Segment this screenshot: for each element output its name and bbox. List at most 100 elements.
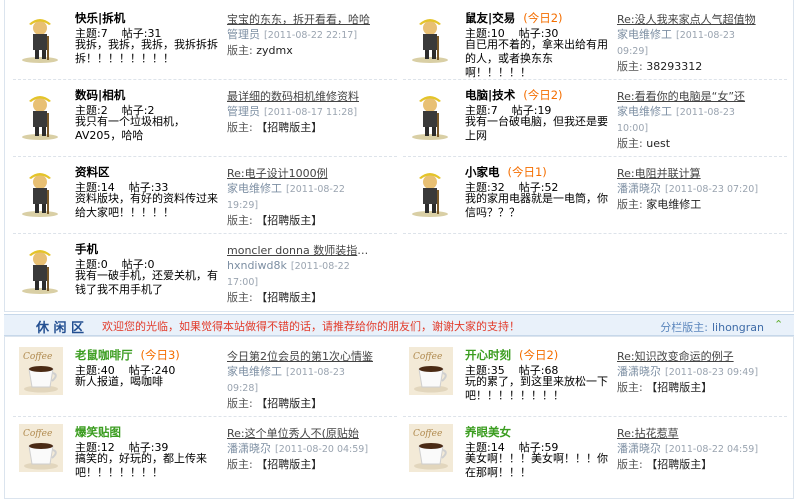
last-post-user[interactable]: 家电维修工 bbox=[227, 365, 282, 378]
category-moderator-name[interactable]: lihongran bbox=[712, 321, 764, 334]
moderator-name[interactable]: 【招聘版主】 bbox=[646, 381, 712, 394]
last-post: Re:电子设计1000例 家电维修工 [2011-08-22 19:29] 版主:… bbox=[227, 166, 377, 228]
moderator-label: 版主: bbox=[617, 60, 643, 73]
today-count: (今日2) bbox=[523, 11, 563, 25]
last-post-user[interactable]: 潘潇晓尕 bbox=[617, 365, 661, 378]
forum-mouse-icon bbox=[412, 96, 448, 140]
last-post-link[interactable]: 今日第2位会员的第1次心情鉴 bbox=[227, 349, 375, 364]
forum-title-link[interactable]: 数码|相机 bbox=[75, 88, 125, 102]
collapse-icon[interactable]: ⌃ bbox=[774, 319, 786, 331]
last-post-link[interactable]: moncler donna 数师装指驶打 bbox=[227, 243, 375, 258]
last-post-user[interactable]: 潘潇晓尕 bbox=[227, 442, 271, 455]
forum-description: 搞笑的，好玩的，都上传来吧！！！！！！！ bbox=[75, 452, 207, 479]
last-post: 宝宝的东东，拆开看看，哈哈 管理员 [2011-08-22 22:17] 版主: … bbox=[227, 12, 377, 58]
moderator-name[interactable]: 【招聘版主】 bbox=[646, 458, 712, 471]
forum-title-link[interactable]: 资料区 bbox=[75, 165, 110, 179]
forum-cell-shouji: 手机 主题:0 帖子:0 我有一破手机，还爱关机，有钱了我不用手机了 moncle… bbox=[13, 235, 397, 311]
coffee-cup-icon: Coffee bbox=[19, 347, 63, 395]
last-post-link[interactable]: 最详细的数码相机维修资料 bbox=[227, 89, 375, 104]
moderator-label: 版主: bbox=[227, 397, 253, 410]
moderator-label: 版主: bbox=[617, 381, 643, 394]
last-post-link[interactable]: Re:知识改变命运的例子 bbox=[617, 349, 765, 364]
moderator-name[interactable]: 【招聘版主】 bbox=[256, 214, 322, 227]
last-post-user[interactable]: 潘潇晓尕 bbox=[617, 182, 661, 195]
last-post: Re:电阻并联计算 潘潇晓尕 [2011-08-23 07:20] 版主: 家电维… bbox=[617, 166, 767, 212]
category-title[interactable]: 休 闲 区 bbox=[36, 317, 84, 336]
last-post-user[interactable]: 家电维修工 bbox=[617, 105, 672, 118]
moderator-name[interactable]: 家电维修工 bbox=[646, 198, 701, 211]
forum-title-link[interactable]: 养眼美女 bbox=[465, 425, 511, 439]
svg-text:Coffee: Coffee bbox=[23, 352, 52, 362]
last-post-date: [2011-08-22 04:59] bbox=[665, 444, 759, 455]
last-post-date-value: 2011-08-23 09:49 bbox=[668, 367, 755, 378]
today-count: (今日2) bbox=[519, 348, 559, 362]
moderator-label: 版主: bbox=[227, 44, 253, 57]
today-count: (今日1) bbox=[507, 165, 547, 179]
last-post: Re:知识改变命运的例子 潘潇晓尕 [2011-08-23 09:49] 版主: … bbox=[617, 349, 767, 395]
forum-description: 新人报道，喝咖啡 bbox=[75, 375, 163, 388]
moderator-name[interactable]: 【招聘版主】 bbox=[256, 397, 322, 410]
forum-mouse-icon bbox=[22, 250, 58, 294]
last-post-link[interactable]: Re:电阻并联计算 bbox=[617, 166, 765, 181]
last-post-user[interactable]: 潘潇晓尕 bbox=[617, 442, 661, 455]
last-post: 今日第2位会员的第1次心情鉴 家电维修工 [2011-08-23 09:28] 版… bbox=[227, 349, 377, 411]
svg-text:Coffee: Coffee bbox=[23, 429, 52, 439]
forum-title-link[interactable]: 开心时刻 bbox=[465, 348, 511, 362]
forum-title-link[interactable]: 鼠友|交易 bbox=[465, 11, 515, 25]
last-post-link[interactable]: Re:电子设计1000例 bbox=[227, 166, 375, 181]
last-post-user[interactable]: 管理员 bbox=[227, 28, 260, 41]
last-post-link[interactable]: Re:拈花惹草 bbox=[617, 426, 765, 441]
forum-mouse-icon bbox=[412, 19, 448, 63]
last-post-link[interactable]: Re:看看你的电脑是“女”还 bbox=[617, 89, 765, 104]
last-post-link[interactable]: Re:这个单位秀人不(原贴始 bbox=[227, 426, 375, 441]
forum-title-link[interactable]: 手机 bbox=[75, 242, 98, 256]
moderator-name[interactable]: 【招聘版主】 bbox=[256, 458, 322, 471]
moderator-name[interactable]: uest bbox=[646, 137, 670, 150]
forum-mouse-icon bbox=[22, 19, 58, 63]
moderator-name[interactable]: 【招聘版主】 bbox=[256, 121, 322, 134]
last-post: 最详细的数码相机维修资料 管理员 [2011-08-17 11:28] 版主: 【… bbox=[227, 89, 377, 135]
forum-title-link[interactable]: 爆笑贴图 bbox=[75, 425, 121, 439]
last-post-date-value: 2011-08-20 04:59 bbox=[278, 444, 365, 455]
last-post-date-value: 2011-08-23 07:20 bbox=[668, 184, 755, 195]
forum-cell-coffee: Coffee 老鼠咖啡厅 (今日3) 主题:40 帖子:240 新人报道，喝咖啡 今… bbox=[13, 341, 397, 417]
last-post-date: [2011-08-17 11:28] bbox=[264, 107, 358, 118]
forum-description: 自已用不着的，拿来出给有用的人，或者换东东啊！！！！！ bbox=[465, 38, 608, 79]
moderator-label: 版主: bbox=[227, 121, 253, 134]
forum-cell-shuma-xiangji: 数码|相机 主题:2 帖子:2 我只有一个垃圾相机，AV205，哈哈 最详细的数码… bbox=[13, 81, 397, 157]
last-post-link[interactable]: 宝宝的东东，拆开看看，哈哈 bbox=[227, 12, 375, 27]
forum-title-link[interactable]: 电脑|技术 bbox=[465, 88, 515, 102]
last-post-date-value: 2011-08-17 11:28 bbox=[267, 107, 354, 118]
forum-cell-baoxiao: Coffee 爆笑贴图 主题:12 帖子:39 搞笑的，好玩的，都上传来吧！！！！… bbox=[13, 418, 397, 494]
moderator-label: 版主: bbox=[227, 458, 253, 471]
last-post-date: [2011-08-23 07:20] bbox=[665, 184, 759, 195]
moderator-name[interactable]: 【招聘版主】 bbox=[256, 291, 322, 304]
last-post-date-value: 2011-08-22 04:59 bbox=[668, 444, 755, 455]
moderator-name[interactable]: 38293312 bbox=[646, 60, 702, 73]
forum-title-link[interactable]: 小家电 bbox=[465, 165, 500, 179]
last-post: moncler donna 数师装指驶打 hxndiwd8k [2011-08-2… bbox=[227, 243, 377, 305]
forum-cell-diannao-jishu: 电脑|技术 (今日2) 主题:7 帖子:19 我有一台破电脑，但我还是要上网 Re:… bbox=[403, 81, 787, 157]
forum-mouse-icon bbox=[412, 173, 448, 217]
moderator-name[interactable]: zydmx bbox=[256, 44, 293, 57]
last-post-user[interactable]: hxndiwd8k bbox=[227, 259, 287, 272]
forum-mouse-icon bbox=[22, 96, 58, 140]
forum-section-leisure: Coffee 老鼠咖啡厅 (今日3) 主题:40 帖子:240 新人报道，喝咖啡 今… bbox=[4, 336, 794, 499]
last-post-user[interactable]: 管理员 bbox=[227, 105, 260, 118]
last-post-link[interactable]: Re:没人我来家点人气超值物 bbox=[617, 12, 765, 27]
category-moderator: 分栏版主: lihongran bbox=[660, 319, 764, 335]
forum-description: 我有一破手机，还爱关机，有钱了我不用手机了 bbox=[75, 269, 218, 296]
forum-description: 美女啊！！！美女啊！！！你在那啊！！！ bbox=[465, 452, 608, 479]
last-post-user[interactable]: 家电维修工 bbox=[227, 182, 282, 195]
category-notice: 欢迎您的光临，如果觉得本站做得不错的话，请推荐给你的朋友们，谢谢大家的支持！ bbox=[102, 320, 520, 333]
last-post-date: [2011-08-22 22:17] bbox=[264, 30, 358, 41]
category-header: 休 闲 区 欢迎您的光临，如果觉得本站做得不错的话，请推荐给你的朋友们，谢谢大家… bbox=[4, 314, 794, 336]
moderator-label: 版主: bbox=[617, 137, 643, 150]
moderator-label: 版主: bbox=[617, 458, 643, 471]
forum-cell-kuaile-chaiji: 快乐|拆机 主题:7 帖子:31 我拆，我拆，我拆，我拆拆拆拆！！！！！！！！ 宝… bbox=[13, 4, 397, 80]
forum-mouse-icon bbox=[22, 173, 58, 217]
last-post-user[interactable]: 家电维修工 bbox=[617, 28, 672, 41]
forum-title-link[interactable]: 快乐|拆机 bbox=[75, 11, 125, 25]
forum-description: 我有一台破电脑，但我还是要上网 bbox=[465, 115, 608, 142]
forum-title-link[interactable]: 老鼠咖啡厅 bbox=[75, 348, 133, 362]
